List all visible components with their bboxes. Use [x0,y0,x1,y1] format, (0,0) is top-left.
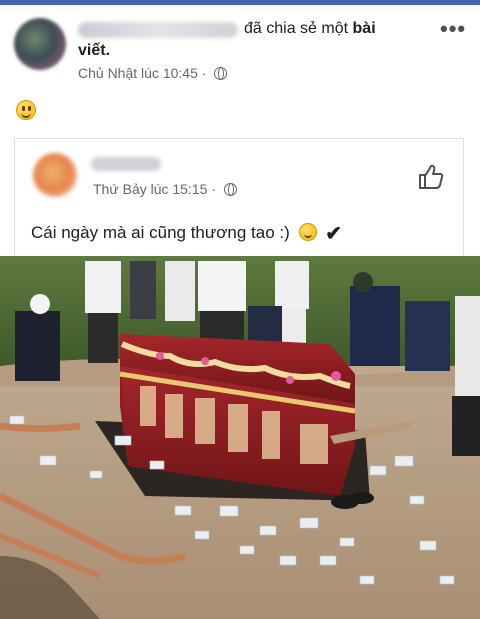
blush-emoji [298,223,317,241]
globe-icon [214,67,228,80]
post-timestamp[interactable]: Chủ Nhật lúc 10:45 · [78,65,228,81]
top-bar [0,0,480,5]
shared-object-link-line2[interactable]: viết. [78,42,110,60]
post-photo[interactable] [0,256,480,619]
shared-author-avatar[interactable] [33,153,77,197]
shared-post-timestamp[interactable]: Thứ Bảy lúc 15:15 · [93,181,237,197]
smiley-emoji [16,100,36,120]
shared-post-card[interactable]: Thứ Bảy lúc 15:15 · Cái ngày mà ai cũng … [14,138,464,258]
globe-icon [223,183,237,196]
share-action: đã chia sẻ một [244,20,349,37]
share-action-text: đã chia sẻ một bài [244,20,376,38]
shared-post-timestamp-text[interactable]: Thứ Bảy lúc 15:15 · [93,181,216,197]
post-timestamp-text[interactable]: Chủ Nhật lúc 10:45 · [78,65,206,81]
caption-text: Cái ngày mà ai cũng thương tao :) [31,223,290,242]
like-icon[interactable] [417,163,445,191]
check-icon: ✔ [325,223,343,245]
shared-author-name-blurred[interactable] [91,157,161,171]
author-name-blurred[interactable] [78,22,238,38]
shared-post-caption: Cái ngày mà ai cũng thương tao :) ✔ [31,221,342,246]
author-avatar[interactable] [14,18,66,70]
more-options-icon[interactable]: ••• [440,16,466,42]
shared-object-link[interactable]: bài [353,20,376,37]
